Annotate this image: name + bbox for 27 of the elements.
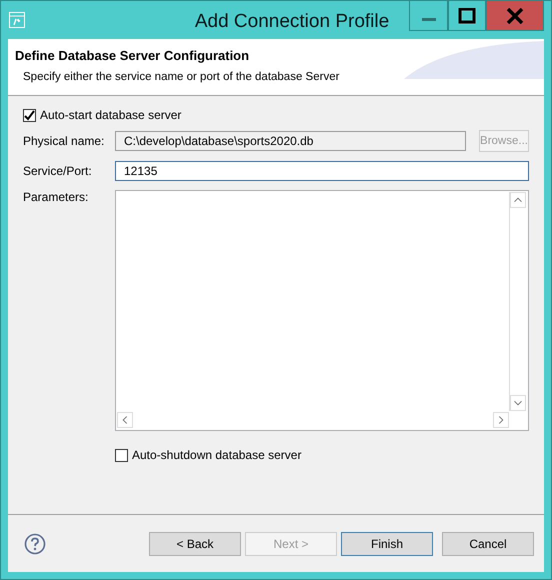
scroll-up-button[interactable] — [510, 192, 526, 208]
close-button[interactable] — [486, 1, 544, 31]
page-description: Specify either the service name or port of the database Server — [23, 71, 340, 83]
checkbox-label: Auto-shutdown database server — [132, 448, 302, 462]
app-icon — [9, 12, 25, 28]
checkbox[interactable] — [23, 108, 36, 122]
field-label: Service/Port: — [23, 164, 93, 178]
dialog-button[interactable]: Finish — [341, 532, 433, 556]
minimize-icon — [422, 18, 436, 21]
scroll-down-button[interactable] — [510, 395, 526, 411]
dialog-button[interactable]: < Back — [149, 532, 241, 556]
service-port-field[interactable]: 12135 — [115, 161, 529, 181]
field-label: Parameters: — [23, 190, 90, 204]
page-title: Define Database Server Configuration — [15, 48, 250, 63]
field-label: Physical name: — [23, 134, 106, 148]
dialog-button[interactable]: Cancel — [442, 532, 534, 556]
horizontal-scrollbar[interactable] — [117, 412, 509, 429]
close-icon — [506, 8, 524, 24]
checkbox[interactable] — [115, 448, 128, 462]
window-title: Add Connection Profile — [194, 11, 390, 33]
maximize-button[interactable] — [448, 1, 486, 31]
vertical-scrollbar[interactable] — [509, 192, 527, 411]
help-icon[interactable] — [24, 532, 46, 554]
scroll-left-button[interactable] — [117, 412, 133, 428]
scroll-right-button[interactable] — [493, 412, 509, 428]
checkbox-label: Auto-start database server — [40, 108, 182, 122]
maximize-icon — [458, 8, 476, 24]
